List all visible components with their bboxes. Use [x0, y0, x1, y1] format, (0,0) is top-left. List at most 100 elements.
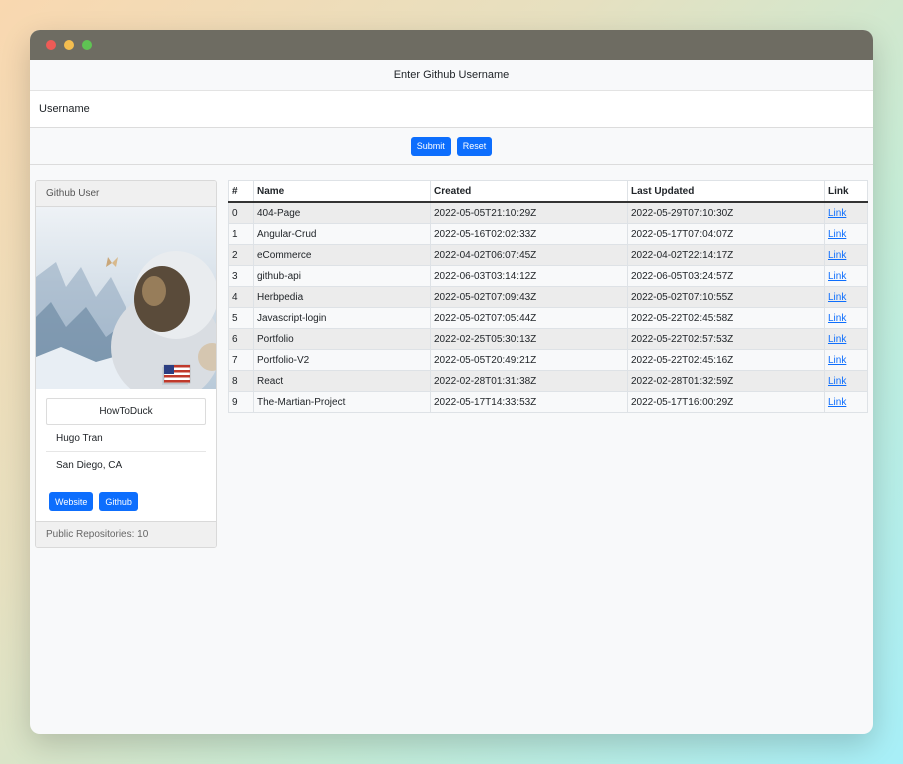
website-button[interactable]: Website [49, 492, 94, 511]
cell-index: 2 [228, 244, 254, 266]
repo-link[interactable]: Link [828, 313, 846, 324]
username-input-row [30, 90, 873, 128]
cell-created: 2022-06-03T03:14:12Z [430, 265, 628, 287]
cell-link: Link [824, 201, 868, 224]
table-row: 3 github-api 2022-06-03T03:14:12Z 2022-06-0… [228, 265, 868, 287]
window-titlebar [30, 30, 873, 60]
cell-updated: 2022-05-22T02:45:16Z [627, 349, 825, 371]
cell-index: 1 [228, 223, 254, 245]
cell-created: 2022-05-17T14:33:53Z [430, 391, 628, 413]
cell-link: Link [824, 223, 868, 245]
table-row: 1 Angular-Crud 2022-05-16T02:02:33Z 2022-05… [228, 223, 868, 245]
user-card-body: HowToDuck Hugo Tran San Diego, CA Websit… [36, 389, 216, 511]
cell-repo-name: The-Martian-Project [253, 391, 431, 413]
user-links: Website Github [46, 478, 206, 511]
user-location: San Diego, CA [56, 459, 123, 471]
table-row: 0 404-Page 2022-05-05T21:10:29Z 2022-05-29T… [228, 201, 868, 224]
minimize-window-dot[interactable] [64, 40, 74, 50]
form-header: Enter Github Username [30, 60, 873, 91]
github-button[interactable]: Github [99, 492, 138, 511]
repo-link[interactable]: Link [828, 250, 846, 261]
repo-link[interactable]: Link [828, 376, 846, 387]
cell-repo-name: Herbpedia [253, 286, 431, 308]
cell-updated: 2022-05-02T07:10:55Z [627, 286, 825, 308]
cell-repo-name: Javascript-login [253, 307, 431, 329]
cell-repo-name: eCommerce [253, 244, 431, 266]
user-card-header: Github User [36, 181, 216, 207]
cell-link: Link [824, 391, 868, 413]
cell-updated: 2022-05-22T02:57:53Z [627, 328, 825, 350]
cell-index: 6 [228, 328, 254, 350]
user-full-name: Hugo Tran [46, 425, 206, 452]
cell-index: 5 [228, 307, 254, 329]
reset-button[interactable]: Reset [456, 136, 493, 156]
flag-patch-icon [163, 364, 191, 384]
col-name-header: Name [253, 180, 431, 203]
cell-updated: 2022-05-22T02:45:58Z [627, 307, 825, 329]
cell-updated: 2022-05-17T07:04:07Z [627, 223, 825, 245]
cell-updated: 2022-06-05T03:24:57Z [627, 265, 825, 287]
cell-index: 9 [228, 391, 254, 413]
cell-created: 2022-05-16T02:02:33Z [430, 223, 628, 245]
cell-repo-name: React [253, 370, 431, 392]
cell-link: Link [824, 286, 868, 308]
cell-repo-name: github-api [253, 265, 431, 287]
cell-created: 2022-02-25T05:30:13Z [430, 328, 628, 350]
avatar [36, 207, 216, 389]
table-row: 4 Herbpedia 2022-05-02T07:09:43Z 2022-05-02… [228, 286, 868, 308]
table-row: 8 React 2022-02-28T01:31:38Z 2022-02-28T01:… [228, 370, 868, 392]
browser-window: Enter Github Username Submit Reset Githu… [30, 30, 873, 734]
cell-index: 7 [228, 349, 254, 371]
col-updated-header: Last Updated [627, 180, 825, 203]
table-row: 6 Portfolio 2022-02-25T05:30:13Z 2022-05-22… [228, 328, 868, 350]
cell-repo-name: Portfolio [253, 328, 431, 350]
cell-repo-name: Portfolio-V2 [253, 349, 431, 371]
cell-updated: 2022-04-02T22:14:17Z [627, 244, 825, 266]
user-login: HowToDuck [46, 398, 206, 425]
submit-button[interactable]: Submit [410, 136, 451, 156]
cell-created: 2022-05-05T20:49:21Z [430, 349, 628, 371]
repo-link[interactable]: Link [828, 397, 846, 408]
cell-index: 3 [228, 265, 254, 287]
cell-repo-name: 404-Page [253, 201, 431, 224]
cell-updated: 2022-05-17T16:00:29Z [627, 391, 825, 413]
cell-created: 2022-05-02T07:05:44Z [430, 307, 628, 329]
repo-link[interactable]: Link [828, 334, 846, 345]
avatar-astronaut-image [36, 207, 216, 389]
cell-link: Link [824, 370, 868, 392]
col-index-header: # [228, 180, 254, 203]
close-window-dot[interactable] [46, 40, 56, 50]
username-input[interactable] [30, 90, 873, 128]
form-title: Enter Github Username [393, 69, 510, 81]
repo-link[interactable]: Link [828, 229, 846, 240]
cell-index: 4 [228, 286, 254, 308]
repo-link[interactable]: Link [828, 271, 846, 282]
results-area: Github User HowToDuck Hugo Tran San Dieg… [30, 165, 873, 734]
cell-repo-name: Angular-Crud [253, 223, 431, 245]
table-row: 5 Javascript-login 2022-05-02T07:05:44Z 202… [228, 307, 868, 329]
maximize-window-dot[interactable] [82, 40, 92, 50]
cell-index: 8 [228, 370, 254, 392]
table-row: 9 The-Martian-Project 2022-05-17T14:33:53Z… [228, 391, 868, 413]
cell-created: 2022-04-02T06:07:45Z [430, 244, 628, 266]
cell-created: 2022-05-05T21:10:29Z [430, 201, 628, 224]
form-actions: Submit Reset [30, 128, 873, 165]
repo-table-body: 0 404-Page 2022-05-05T21:10:29Z 2022-05-29T… [228, 201, 868, 413]
repo-link[interactable]: Link [828, 292, 846, 303]
table-row: 2 eCommerce 2022-04-02T06:07:45Z 2022-04-02… [228, 244, 868, 266]
cell-created: 2022-05-02T07:09:43Z [430, 286, 628, 308]
repo-link[interactable]: Link [828, 355, 846, 366]
col-created-header: Created [430, 180, 628, 203]
public-repos-count: Public Repositories: 10 [36, 521, 216, 547]
table-row: 7 Portfolio-V2 2022-05-05T20:49:21Z 2022-05… [228, 349, 868, 371]
user-card: Github User HowToDuck Hugo Tran San Dieg… [35, 180, 217, 548]
cell-link: Link [824, 307, 868, 329]
repo-link[interactable]: Link [828, 208, 846, 219]
cell-index: 0 [228, 201, 254, 224]
cell-created: 2022-02-28T01:31:38Z [430, 370, 628, 392]
cell-link: Link [824, 349, 868, 371]
cell-updated: 2022-02-28T01:32:59Z [627, 370, 825, 392]
col-link-header: Link [824, 180, 868, 203]
repo-table: # Name Created Last Updated Link 0 404-Pa… [228, 180, 868, 413]
cell-link: Link [824, 244, 868, 266]
